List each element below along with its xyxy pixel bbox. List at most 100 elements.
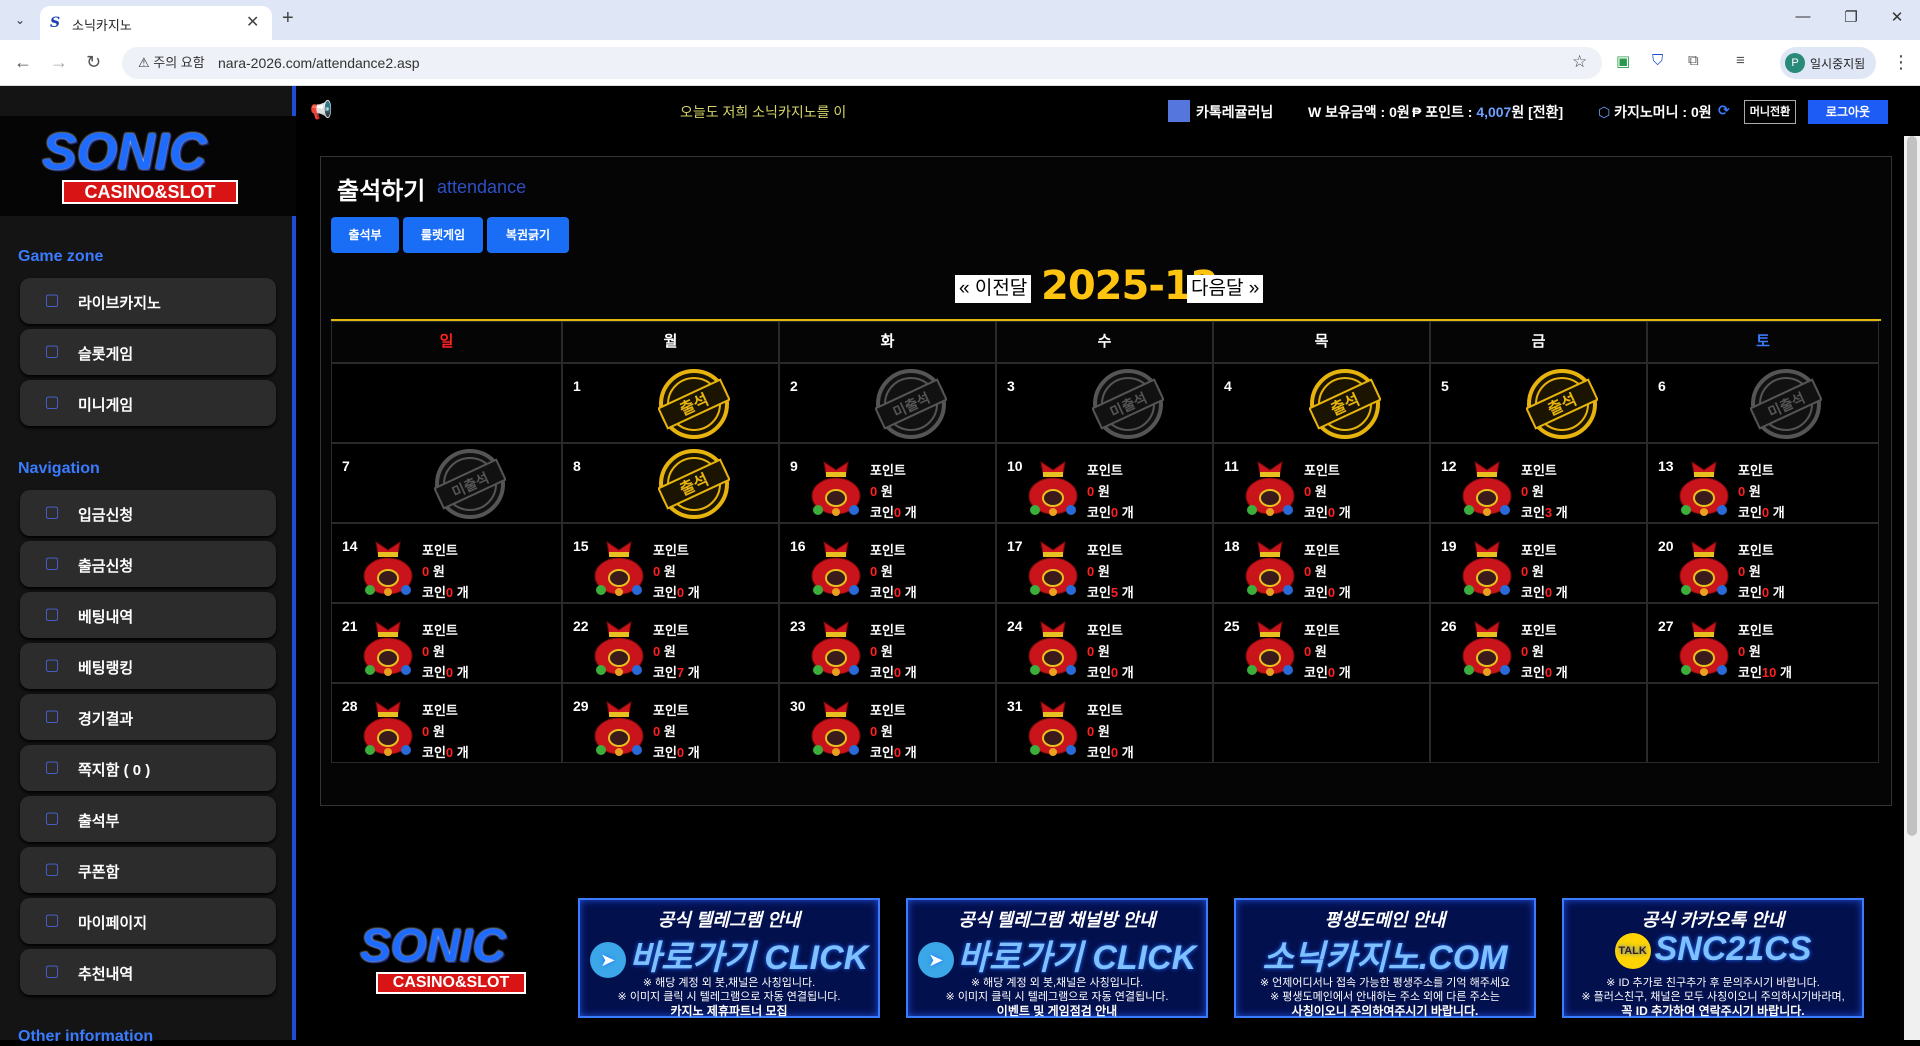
puzzle-icon[interactable]: ⧉ xyxy=(1688,52,1699,69)
calendar-day-cell: 17 포인트 0 원 코인5 개 xyxy=(996,523,1213,603)
reward-text: 포인트 0 원 코인7 개 xyxy=(653,620,700,683)
coin-value: 코인10 개 xyxy=(1738,665,1792,680)
next-month-link[interactable]: 다음달 » xyxy=(1187,275,1264,303)
forward-icon[interactable]: → xyxy=(50,52,68,73)
day-number: 27 xyxy=(1658,618,1674,634)
bookmark-star-icon[interactable]: ☆ xyxy=(1572,52,1587,72)
day-number: 30 xyxy=(790,698,806,714)
tab-close-icon[interactable]: ✕ xyxy=(246,12,259,32)
message-icon: ▢ xyxy=(44,759,60,776)
point-label: 포인트 xyxy=(1738,463,1774,478)
calendar-icon: ▢ xyxy=(44,810,60,827)
refresh-icon[interactable]: ⟳ xyxy=(1718,102,1730,119)
speaker-icon: 📢 xyxy=(310,100,333,120)
media-icon[interactable]: ≡ xyxy=(1736,52,1745,69)
restore-icon[interactable]: ❐ xyxy=(1836,8,1866,26)
footer-banner[interactable]: 공식 카카오톡 안내 TALK SNC21CS ※ ID 추가로 친구추가 후 문의주… xyxy=(1562,898,1864,1018)
tab-lottery[interactable]: 복권긁기 xyxy=(487,217,569,253)
more-menu-icon[interactable]: ⋮ xyxy=(1892,52,1910,73)
reward-bag-icon xyxy=(1242,454,1298,516)
point-value: 0 원 xyxy=(1087,644,1110,659)
address-bar: ← → ↻ ⚠ 주의 요함 nara-2026.com/attendance2.… xyxy=(0,40,1920,86)
page-scrollbar[interactable] xyxy=(1904,136,1920,1040)
extension-icon[interactable]: ▣ xyxy=(1616,52,1630,70)
point-label: 포인트 xyxy=(870,703,906,718)
shield-icon[interactable]: ⛉ xyxy=(1652,52,1663,69)
url-text[interactable]: nara-2026.com/attendance2.asp xyxy=(218,55,420,71)
sidebar-item-game-2[interactable]: ▢ 미니게임 xyxy=(20,380,276,426)
point-label: 포인트 xyxy=(1087,703,1123,718)
coin-value: 코인0 개 xyxy=(1738,505,1785,520)
point-value: 0 원 xyxy=(422,564,445,579)
calendar-day-cell: 15 포인트 0 원 코인0 개 xyxy=(562,523,779,603)
site-favicon-icon: S xyxy=(50,15,61,31)
casino-money-label: 카지노머니 : xyxy=(1614,104,1691,120)
footer-banner[interactable]: 공식 텔레그램 채널방 안내 ➤ 바로가기 CLICK ※ 해당 계정 외 봇,채널은… xyxy=(906,898,1208,1018)
calendar-day-cell: 20 포인트 0 원 코인0 개 xyxy=(1647,523,1879,603)
reward-bag-icon xyxy=(1242,614,1298,676)
coin-value: 코인0 개 xyxy=(653,585,700,600)
footer-banner[interactable]: 평생도메인 안내 소닉카지노.COM ※ 언제어디서나 접속 가능한 평생주소를 기… xyxy=(1234,898,1536,1018)
minimize-icon[interactable]: — xyxy=(1788,8,1818,25)
sidebar-item-nav-1[interactable]: ▢ 출금신청 xyxy=(20,541,276,587)
tab-attendance[interactable]: 출석부 xyxy=(331,217,399,253)
sidebar-item-game-0[interactable]: ▢ 라이브카지노 xyxy=(20,278,276,324)
back-icon[interactable]: ← xyxy=(14,52,32,73)
sidebar-item-game-1[interactable]: ▢ 슬롯게임 xyxy=(20,329,276,375)
telegram-icon: ➤ xyxy=(589,942,626,979)
reward-text: 포인트 0 원 코인0 개 xyxy=(1521,620,1568,683)
close-window-icon[interactable]: ✕ xyxy=(1882,8,1912,26)
calendar-day-cell: 31 포인트 0 원 코인0 개 xyxy=(996,683,1213,763)
sidebar-item-nav-6[interactable]: ▢ 출석부 xyxy=(20,796,276,842)
sidebar-item-nav-7[interactable]: ▢ 쿠폰함 xyxy=(20,847,276,893)
calendar-day-cell: 6 미출석 xyxy=(1647,363,1879,443)
point-value: 0 원 xyxy=(1304,644,1327,659)
security-indicator[interactable]: ⚠ 주의 요함 xyxy=(128,51,215,75)
site-logo[interactable]: SONIC CASINO&SLOT xyxy=(0,116,296,216)
sidebar: SONIC CASINO&SLOT Game zone Navigation O… xyxy=(0,86,296,1045)
coin-value: 코인3 개 xyxy=(1521,505,1568,520)
reward-text: 포인트 0 원 코인0 개 xyxy=(1087,620,1134,683)
tab-search-icon[interactable]: ⌄ xyxy=(10,10,30,30)
reload-icon[interactable]: ↻ xyxy=(86,52,101,73)
banner-main: ➤ 바로가기 CLICK xyxy=(908,930,1206,979)
reward-text: 포인트 0 원 코인0 개 xyxy=(1087,700,1134,763)
reward-text: 포인트 0 원 코인0 개 xyxy=(1521,540,1568,603)
browser-tab[interactable]: S 소닉카지노 ✕ xyxy=(40,6,272,40)
footer-banner[interactable]: 공식 텔레그램 안내 ➤ 바로가기 CLICK ※ 해당 계정 외 봇,채널은 사칭입… xyxy=(578,898,880,1018)
sidebar-item-label: 미니게임 xyxy=(78,397,134,414)
reward-bag-icon xyxy=(1025,694,1081,756)
sidebar-item-nav-0[interactable]: ▢ 입금신청 xyxy=(20,490,276,536)
scrollbar-thumb[interactable] xyxy=(1907,136,1917,836)
profile-button[interactable]: P 일시중지됨 xyxy=(1780,47,1876,79)
footer-logo[interactable]: SONIC CASINO&SLOT xyxy=(350,918,550,1002)
sidebar-item-nav-2[interactable]: ▢ 베팅내역 xyxy=(20,592,276,638)
balance-display: W 보유금액 : 0원 xyxy=(1308,102,1410,122)
top-info-bar: 📢 오늘도 저희 소닉카지노를 이 카톡레귤러님 W 보유금액 : 0원 ₱ 포… xyxy=(300,86,1920,136)
points-display[interactable]: ₱ 포인트 : 4,007원 [전환] xyxy=(1412,102,1563,122)
calendar-day-cell: 9 포인트 0 원 코인0 개 xyxy=(779,443,996,523)
calendar-empty-cell xyxy=(1430,683,1647,763)
point-value: 0 원 xyxy=(1521,484,1544,499)
points-suffix[interactable]: 원 [전환] xyxy=(1511,104,1563,120)
reward-text: 포인트 0 원 코인0 개 xyxy=(653,540,700,603)
calendar-day-cell: 19 포인트 0 원 코인0 개 xyxy=(1430,523,1647,603)
sidebar-item-nav-8[interactable]: ▢ 마이페이지 xyxy=(20,898,276,944)
omnibox[interactable]: ⚠ 주의 요함 nara-2026.com/attendance2.asp ☆ xyxy=(122,47,1602,79)
reward-bag-icon xyxy=(1676,534,1732,596)
sidebar-item-nav-5[interactable]: ▢ 쪽지함 ( 0 ) xyxy=(20,745,276,791)
coin-value: 코인0 개 xyxy=(1087,505,1134,520)
calendar-day-cell: 26 포인트 0 원 코인0 개 xyxy=(1430,603,1647,683)
prev-month-link[interactable]: « 이전달 xyxy=(955,275,1032,303)
tab-roulette[interactable]: 룰렛게임 xyxy=(403,217,483,253)
sidebar-item-nav-9[interactable]: ▢ 추천내역 xyxy=(20,949,276,995)
sidebar-item-nav-3[interactable]: ▢ 베팅랭킹 xyxy=(20,643,276,689)
sidebar-item-nav-4[interactable]: ▢ 경기결과 xyxy=(20,694,276,740)
coin-value: 코인0 개 xyxy=(422,585,469,600)
logout-button[interactable]: 로그아웃 xyxy=(1808,100,1888,124)
money-convert-button[interactable]: 머니전환 xyxy=(1744,100,1796,124)
user-level-icon xyxy=(1168,100,1190,122)
present-stamp-icon: 출석 xyxy=(656,368,731,440)
new-tab-icon[interactable]: + xyxy=(282,7,294,30)
calendar-day-cell: 27 포인트 0 원 코인10 개 xyxy=(1647,603,1879,683)
